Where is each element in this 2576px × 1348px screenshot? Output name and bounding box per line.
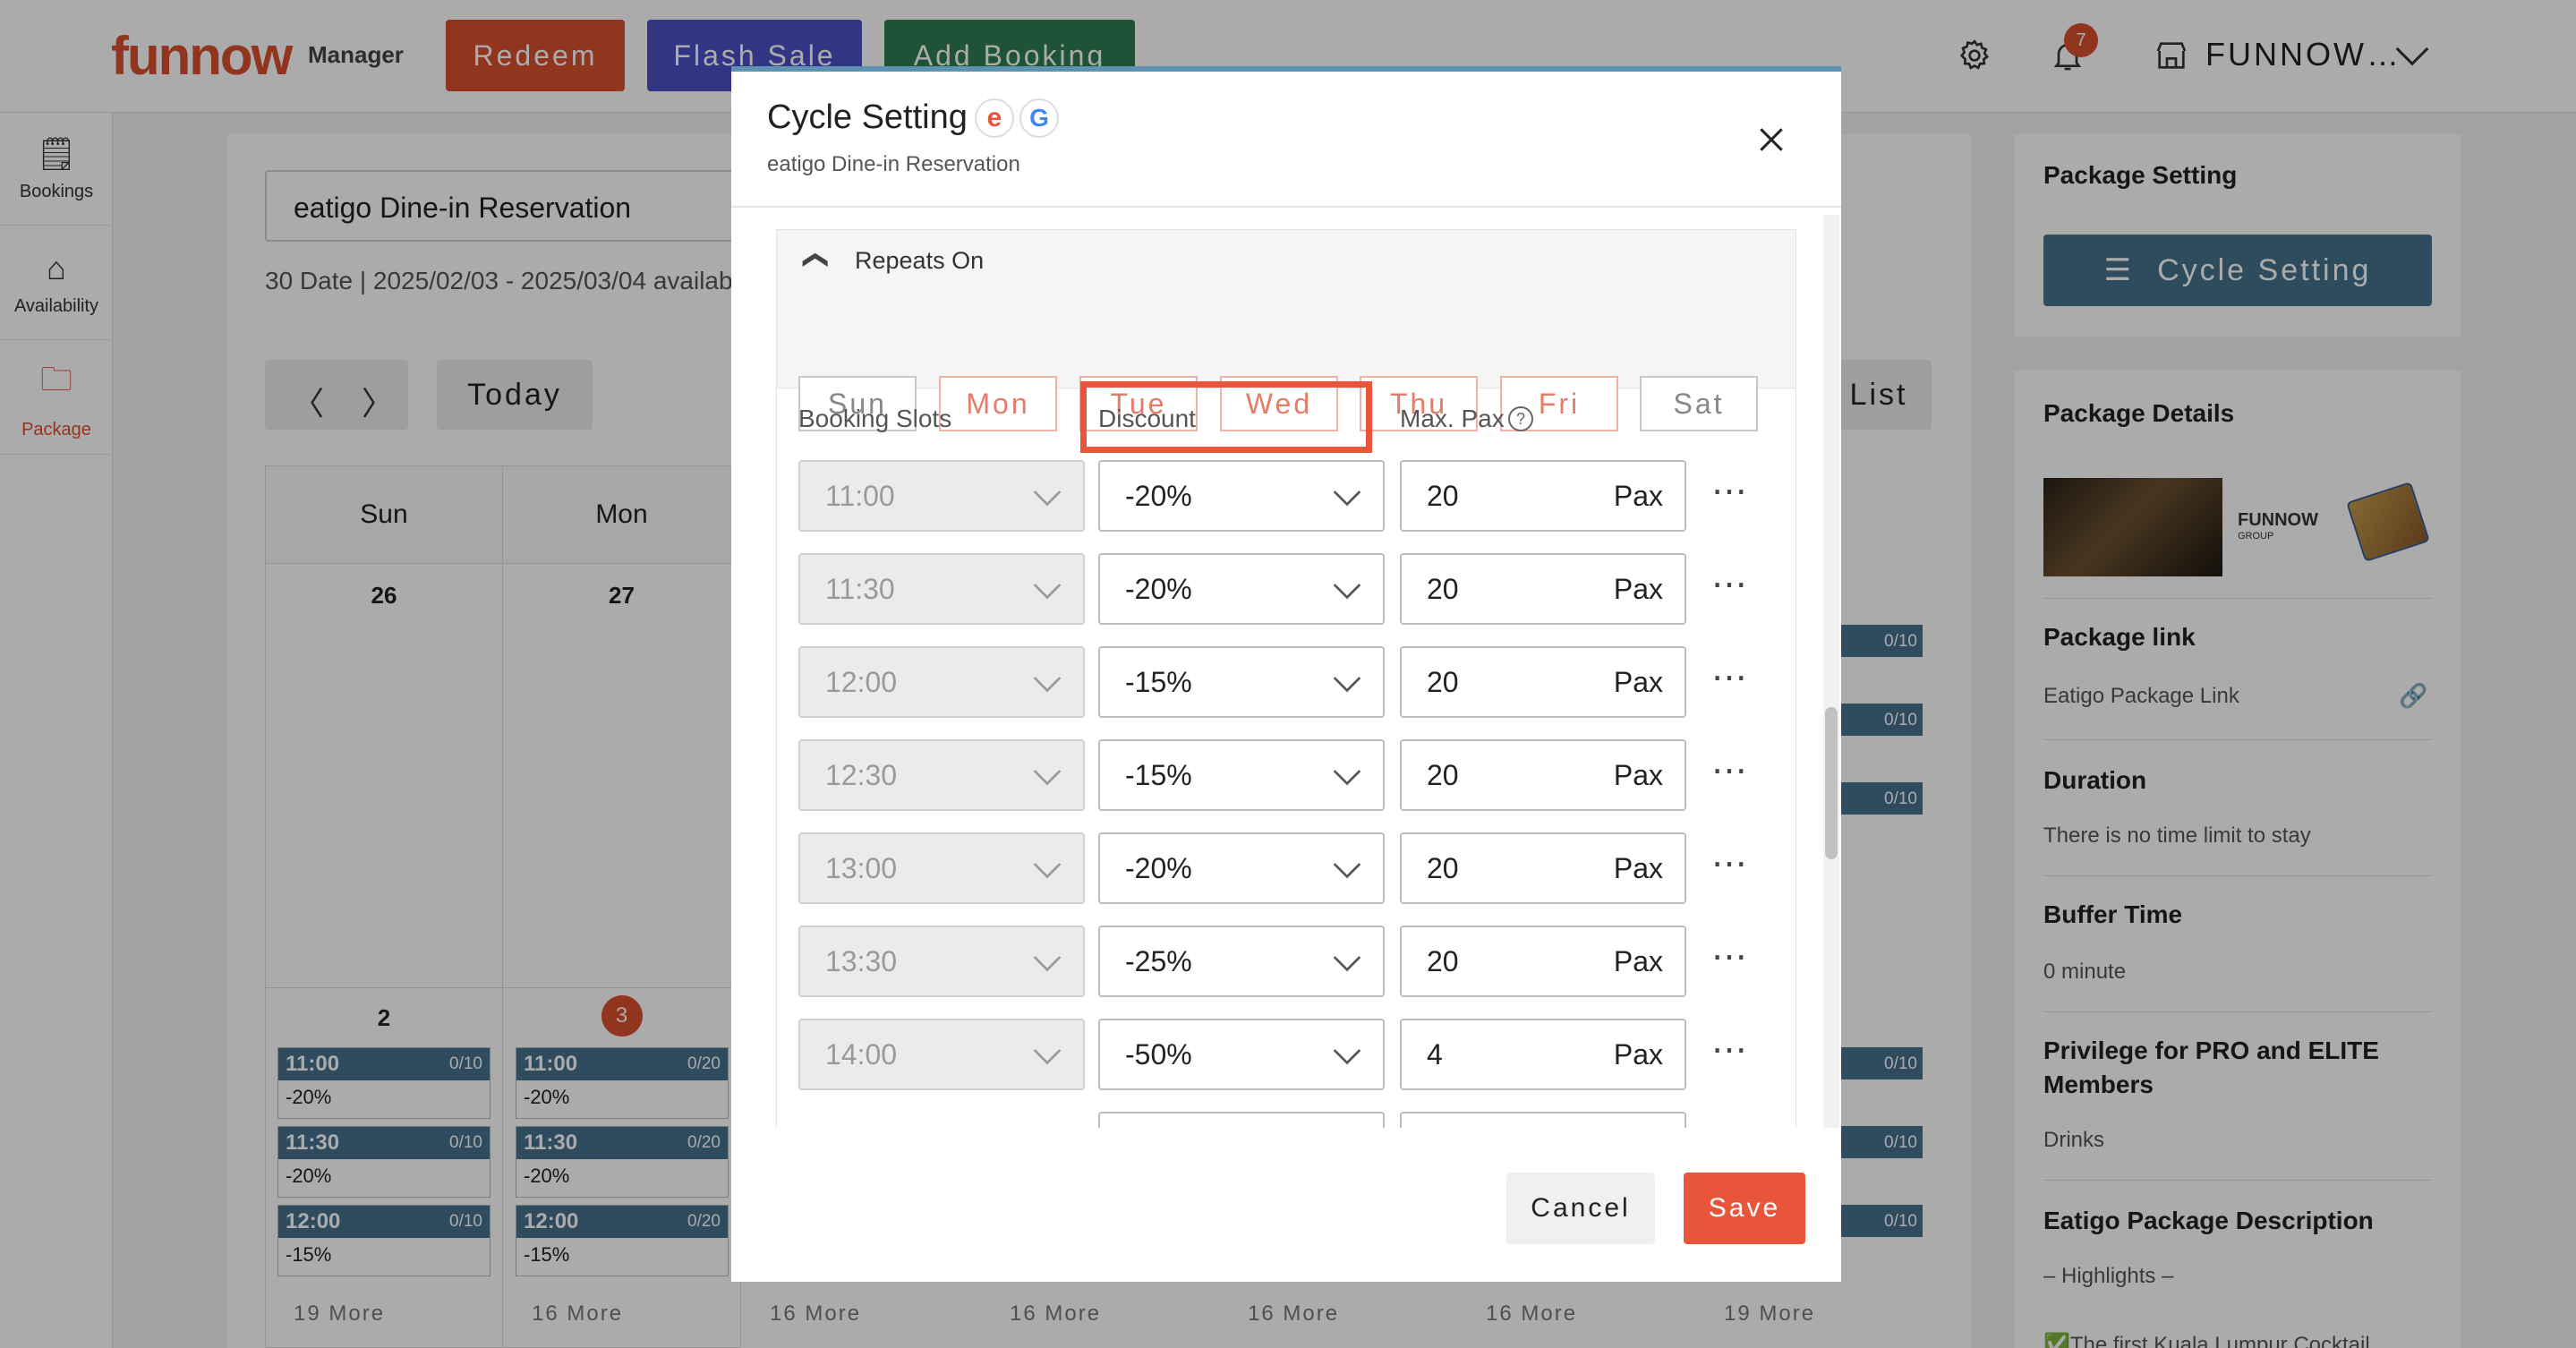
more-options-icon[interactable]: ⋯ bbox=[1711, 1029, 1749, 1071]
discount-select[interactable]: -50% bbox=[1098, 1019, 1385, 1090]
chevron-down-icon bbox=[1033, 757, 1062, 786]
discount-select[interactable]: -20% bbox=[1098, 832, 1385, 904]
save-button[interactable]: Save bbox=[1684, 1173, 1805, 1244]
chevron-down-icon bbox=[1033, 1037, 1062, 1065]
repeats-on-label: Repeats On bbox=[855, 247, 985, 274]
chevron-down-icon bbox=[1033, 850, 1062, 879]
eatigo-icon: e bbox=[975, 98, 1014, 138]
chevron-down-icon bbox=[1033, 664, 1062, 693]
booking-slot-select[interactable]: 12:00 bbox=[798, 646, 1085, 718]
cancel-button[interactable]: Cancel bbox=[1506, 1173, 1655, 1244]
modal-footer bbox=[731, 1128, 1841, 1282]
more-options-icon[interactable]: ⋯ bbox=[1711, 657, 1749, 698]
max-pax-input[interactable]: 20 Pax bbox=[1400, 553, 1686, 625]
more-options-icon[interactable]: ⋯ bbox=[1711, 471, 1749, 512]
booking-slot-select[interactable]: 14:00 bbox=[798, 1019, 1085, 1090]
booking-slot-select[interactable]: 13:00 bbox=[798, 832, 1085, 904]
chevron-down-icon bbox=[1033, 478, 1062, 507]
chevron-down-icon bbox=[1333, 757, 1361, 786]
more-options-icon[interactable]: ⋯ bbox=[1711, 936, 1749, 977]
discount-select[interactable]: -15% bbox=[1098, 739, 1385, 811]
discount-select[interactable]: -15% bbox=[1098, 646, 1385, 718]
scrollbar-thumb[interactable] bbox=[1825, 707, 1838, 859]
chevron-down-icon bbox=[1333, 850, 1361, 879]
discount-select[interactable]: -20% bbox=[1098, 553, 1385, 625]
chevron-down-icon bbox=[1333, 1037, 1361, 1065]
help-icon[interactable]: ? bbox=[1508, 406, 1533, 431]
max-pax-input[interactable]: 20 Pax bbox=[1400, 926, 1686, 997]
header-divider bbox=[731, 206, 1841, 208]
booking-slot-select[interactable]: 13:30 bbox=[798, 926, 1085, 997]
chevron-down-icon bbox=[1333, 943, 1361, 972]
chevron-down-icon bbox=[1033, 571, 1062, 600]
more-options-icon[interactable]: ⋯ bbox=[1711, 750, 1749, 791]
discount-select[interactable]: -25% bbox=[1098, 926, 1385, 997]
max-pax-input[interactable]: 20 Pax bbox=[1400, 460, 1686, 532]
booking-slots-header: Booking Slots bbox=[798, 405, 952, 432]
max-pax-input[interactable]: 20 Pax bbox=[1400, 646, 1686, 718]
booking-slot-select[interactable]: 12:30 bbox=[798, 739, 1085, 811]
booking-slot-select[interactable]: 11:30 bbox=[798, 553, 1085, 625]
close-icon[interactable] bbox=[1753, 122, 1789, 158]
chevron-down-icon bbox=[1333, 478, 1361, 507]
max-pax-input[interactable]: 20 Pax bbox=[1400, 739, 1686, 811]
more-options-icon[interactable]: ⋯ bbox=[1711, 564, 1749, 605]
scrollbar-track[interactable] bbox=[1823, 215, 1839, 1194]
max-pax-input[interactable]: 20 Pax bbox=[1400, 832, 1686, 904]
max-pax-input[interactable]: 4 Pax bbox=[1400, 1019, 1686, 1090]
discount-select[interactable]: -20% bbox=[1098, 460, 1385, 532]
chevron-down-icon bbox=[1033, 943, 1062, 972]
modal-subtitle: eatigo Dine-in Reservation bbox=[767, 152, 1020, 176]
modal-title: Cycle Setting bbox=[767, 98, 968, 136]
discount-header: Discount bbox=[1098, 405, 1196, 432]
cycle-setting-modal: Cycle Setting e G eatigo Dine-in Reserva… bbox=[731, 66, 1841, 1282]
chevron-down-icon bbox=[1333, 571, 1361, 600]
max-pax-header: Max. Pax bbox=[1400, 405, 1505, 432]
booking-slot-select[interactable]: 11:00 bbox=[798, 460, 1085, 532]
chevron-up-icon[interactable]: ❯ bbox=[798, 250, 828, 270]
chevron-down-icon bbox=[1333, 664, 1361, 693]
more-options-icon[interactable]: ⋯ bbox=[1711, 843, 1749, 884]
google-icon: G bbox=[1019, 98, 1059, 138]
